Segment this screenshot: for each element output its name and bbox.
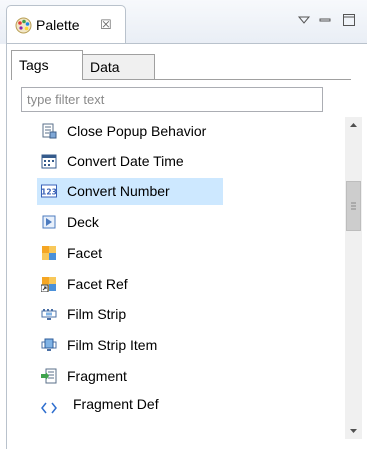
minimize-icon[interactable] bbox=[318, 13, 332, 27]
list-item[interactable]: Fragment Def bbox=[21, 395, 345, 422]
palette-tree: Close Popup Behavior Convert Date Time 1… bbox=[21, 117, 345, 447]
fragment-icon bbox=[41, 368, 57, 384]
list-item[interactable]: Deck bbox=[21, 209, 345, 236]
calendar-icon bbox=[41, 154, 57, 169]
tab-tags[interactable]: Tags bbox=[11, 50, 83, 80]
list-item-label: Convert Date Time bbox=[67, 153, 184, 169]
scrollbar-thumb[interactable] bbox=[346, 181, 361, 231]
list-item[interactable]: Film Strip Item bbox=[21, 332, 345, 359]
list-item[interactable]: Close Popup Behavior bbox=[21, 118, 345, 145]
view-title: Palette bbox=[36, 17, 80, 33]
tab-data[interactable]: Data bbox=[83, 54, 155, 80]
filter-input[interactable]: type filter text bbox=[21, 87, 323, 112]
list-item-label: Film Strip bbox=[67, 306, 127, 322]
film-strip-item-icon bbox=[41, 338, 57, 351]
list-item[interactable]: Facet Ref bbox=[21, 271, 345, 298]
list-item-label: Fragment bbox=[67, 368, 127, 384]
facet-icon bbox=[42, 246, 56, 260]
list-item[interactable]: Film Strip bbox=[21, 301, 345, 328]
vertical-scrollbar[interactable] bbox=[345, 117, 362, 439]
list-item-label: Deck bbox=[67, 214, 99, 230]
palette-view-tab[interactable]: Palette ☒ bbox=[6, 5, 126, 44]
number-icon: 123 bbox=[41, 184, 57, 198]
film-strip-icon bbox=[41, 309, 57, 320]
list-item-label: Facet bbox=[67, 245, 103, 261]
maximize-icon[interactable] bbox=[342, 13, 356, 27]
grip-icon bbox=[351, 202, 356, 210]
deck-icon bbox=[42, 215, 56, 229]
fragment-def-icon bbox=[41, 402, 57, 414]
facet-ref-icon bbox=[41, 277, 56, 292]
view-menu-icon[interactable] bbox=[297, 13, 311, 27]
list-item-label: Close Popup Behavior bbox=[67, 123, 207, 139]
palette-tabs: Tags Data bbox=[11, 50, 367, 80]
scroll-up-icon[interactable] bbox=[345, 117, 362, 134]
scroll-down-icon[interactable] bbox=[345, 422, 362, 439]
close-view-icon[interactable]: ☒ bbox=[100, 16, 112, 33]
view-header: Palette ☒ bbox=[0, 0, 367, 44]
list-item-label: Film Strip Item bbox=[67, 337, 158, 353]
list-item-label: Convert Number bbox=[67, 183, 170, 199]
palette-icon bbox=[15, 17, 32, 34]
list-item-label: Facet Ref bbox=[67, 276, 128, 292]
list-item[interactable]: Facet bbox=[21, 240, 345, 267]
list-item[interactable]: 123 Convert Number bbox=[21, 178, 345, 205]
close-popup-behavior-icon bbox=[42, 123, 57, 139]
list-item-label: Fragment Def bbox=[73, 396, 159, 412]
svg-text:123: 123 bbox=[41, 188, 57, 197]
list-item[interactable]: Convert Date Time bbox=[21, 148, 345, 175]
list-item[interactable]: Fragment bbox=[21, 363, 345, 390]
